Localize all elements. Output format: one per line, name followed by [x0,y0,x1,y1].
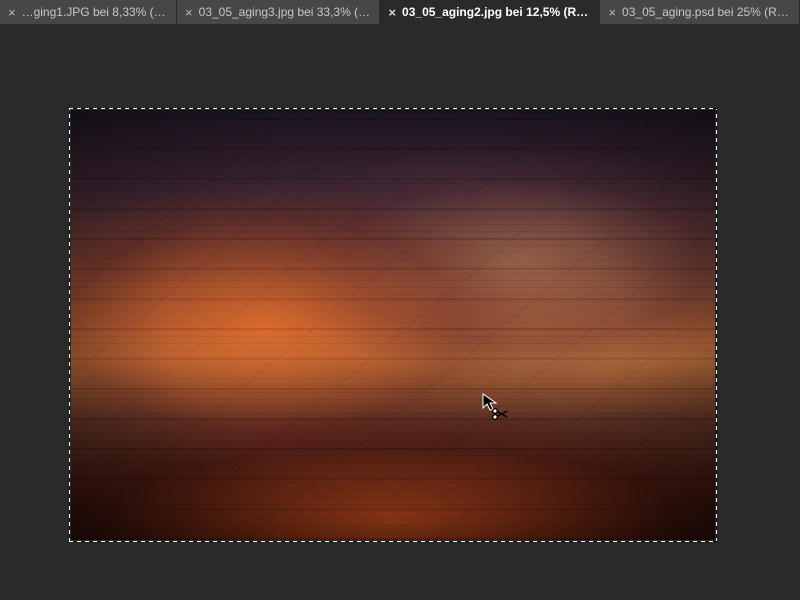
close-icon[interactable]: × [185,6,193,19]
tab-label: …ging1.JPG bei 8,33% (R… [22,5,168,19]
image-vignette [71,110,715,540]
tab-label: 03_05_aging2.jpg bei 12,5% (RGB/8) [402,5,591,19]
document-tab[interactable]: × …ging1.JPG bei 8,33% (R… [0,0,177,24]
tab-label: 03_05_aging.psd bei 25% (RG… [622,5,791,19]
document-tab[interactable]: × 03_05_aging.psd bei 25% (RG… [600,0,800,24]
document-tab-active[interactable]: × 03_05_aging2.jpg bei 12,5% (RGB/8) [380,0,600,24]
image-canvas[interactable] [71,110,715,540]
document-tab-bar: × …ging1.JPG bei 8,33% (R… × 03_05_aging… [0,0,800,24]
tab-label: 03_05_aging3.jpg bei 33,3% (R… [199,5,372,19]
close-icon[interactable]: × [8,6,16,19]
workspace[interactable] [0,24,800,600]
close-icon[interactable]: × [608,6,616,19]
document-tab[interactable]: × 03_05_aging3.jpg bei 33,3% (R… [177,0,380,24]
close-icon[interactable]: × [388,6,396,19]
image-texture-overlay [71,110,715,540]
